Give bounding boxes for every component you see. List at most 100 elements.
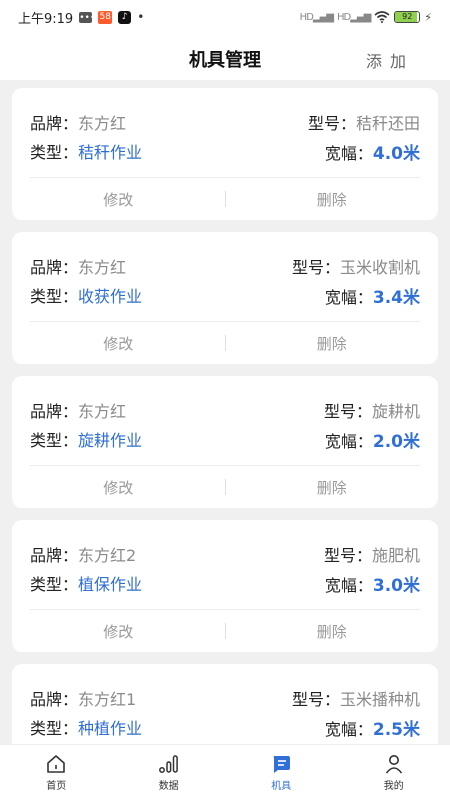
model-value: 施肥机 bbox=[371, 546, 420, 565]
type-value: 旋耕作业 bbox=[78, 431, 143, 450]
machine-icon bbox=[270, 753, 292, 775]
width-value: 2.5米 bbox=[372, 719, 420, 740]
machine-card: 品牌： 东方红 型号： 秸秆还田类型： 秸秆作业 宽幅： 4.0米修改 删除 bbox=[12, 88, 438, 220]
machine-card: 品牌：东方红1型号：玉米播种机类型：种植作业宽幅：2.5米修改删除 bbox=[12, 664, 438, 744]
width-field: 宽幅： 3.4米 bbox=[325, 283, 420, 308]
type-value: 植保作业 bbox=[78, 575, 143, 594]
tab-label: 我的 bbox=[383, 781, 404, 792]
machine-card: 品牌： 东方红 型号： 旋耕机类型： 旋耕作业 宽幅： 2.0米修改 删除 bbox=[12, 376, 438, 508]
type-field: 类型： 旋耕作业 bbox=[30, 427, 142, 451]
width-value: 4.0米 bbox=[372, 143, 420, 164]
delete-button[interactable]: 删除 bbox=[226, 621, 439, 642]
model-field: 型号： 玉米播种机 bbox=[292, 686, 420, 710]
brand-label: 品牌： bbox=[30, 402, 79, 421]
signal-2-icon: HD▂▄▆ bbox=[336, 11, 371, 23]
model-field: 型号： 玉米收割机 bbox=[292, 254, 420, 278]
type-field: 类型： 秸秆作业 bbox=[30, 139, 142, 163]
model-label: 型号： bbox=[291, 258, 340, 277]
type-value: 秸秆作业 bbox=[78, 143, 143, 162]
card-row-top: 品牌： 东方红 型号： 玉米收割机 bbox=[30, 254, 420, 278]
model-label: 型号： bbox=[307, 114, 356, 133]
type-label: 类型： bbox=[30, 431, 79, 450]
brand-value: 东方红1 bbox=[78, 690, 137, 709]
brand-field: 品牌： 东方红 bbox=[30, 398, 126, 422]
card-row-bottom: 类型： 旋耕作业 宽幅： 2.0米 bbox=[30, 427, 420, 452]
tab-person[interactable]: 我的 bbox=[338, 745, 450, 800]
model-field: 型号： 旋耕机 bbox=[324, 398, 420, 422]
card-actions: 修改 删除 bbox=[12, 466, 438, 508]
type-label: 类型： bbox=[30, 719, 79, 738]
card-row-top: 品牌： 东方红2 型号： 施肥机 bbox=[30, 542, 420, 566]
machine-card: 品牌： 东方红 型号： 玉米收割机类型： 收获作业 宽幅： 3.4米修改 删除 bbox=[12, 232, 438, 364]
model-value: 玉米收割机 bbox=[339, 258, 420, 277]
card-row-bottom: 类型： 植保作业 宽幅： 3.0米 bbox=[30, 571, 420, 596]
brand-field: 品牌： 东方红 bbox=[30, 110, 126, 134]
message-icon: ••• bbox=[79, 11, 96, 23]
brand-label: 品牌： bbox=[30, 258, 79, 277]
person-icon bbox=[383, 753, 405, 775]
card-row-top: 品牌： 东方红 型号： 秸秆还田 bbox=[30, 110, 420, 134]
machine-list[interactable]: 品牌： 东方红 型号： 秸秆还田 类型： 秸秆作业 宽幅： 4.0米 修改 删除 品牌： 东方红 型号：… bbox=[0, 80, 450, 744]
charging-icon: ⚡ bbox=[424, 10, 432, 24]
brand-field: 品牌： 东方红1 bbox=[30, 686, 136, 710]
width-label: 宽幅： bbox=[324, 575, 373, 595]
delete-button[interactable]: 删除 bbox=[226, 477, 439, 498]
brand-label: 品牌： bbox=[30, 690, 79, 709]
width-field: 宽幅： 3.0米 bbox=[325, 571, 420, 596]
type-label: 类型： bbox=[30, 287, 79, 306]
model-value: 玉米播种机 bbox=[339, 690, 420, 709]
tab-label: 机具 bbox=[271, 781, 292, 792]
width-label: 宽幅： bbox=[324, 719, 373, 739]
card-actions: 修改 删除 bbox=[12, 178, 438, 220]
battery-icon: 92 bbox=[394, 11, 421, 23]
edit-button[interactable]: 修改 bbox=[12, 477, 225, 498]
width-value: 3.0米 bbox=[372, 575, 420, 596]
edit-button[interactable]: 修改 bbox=[12, 189, 225, 210]
brand-value: 东方红 bbox=[78, 258, 127, 277]
delete-button[interactable]: 删除 bbox=[226, 333, 439, 354]
battery-level: 92 bbox=[402, 12, 413, 21]
width-field: 宽幅： 2.0米 bbox=[325, 427, 420, 452]
add-button[interactable]: 添加 bbox=[366, 48, 414, 72]
width-label: 宽幅： bbox=[324, 143, 373, 163]
card-row-top: 品牌： 东方红 型号： 旋耕机 bbox=[30, 398, 420, 422]
delete-button[interactable]: 删除 bbox=[226, 189, 439, 210]
tab-machine[interactable]: 机具 bbox=[225, 745, 338, 800]
status-bar: 上午9:19 ••• 58 ♪ • HD▂▄▆ HD▂▄▆ 92 ⚡ bbox=[0, 0, 450, 34]
tab-label: 首页 bbox=[46, 781, 67, 792]
card-row-bottom: 类型： 收获作业 宽幅： 3.4米 bbox=[30, 283, 420, 308]
type-value: 种植作业 bbox=[78, 719, 143, 738]
wifi-icon bbox=[374, 11, 390, 23]
card-actions: 修改 删除 bbox=[12, 610, 438, 652]
signal-icon: HD▂▄▆ bbox=[299, 11, 334, 23]
width-value: 3.4米 bbox=[372, 287, 420, 308]
brand-value: 东方红2 bbox=[78, 546, 137, 565]
brand-label: 品牌： bbox=[30, 546, 79, 565]
type-value: 收获作业 bbox=[78, 287, 143, 306]
type-field: 类型： 植保作业 bbox=[30, 571, 142, 595]
model-value: 秸秆还田 bbox=[355, 114, 420, 133]
status-bar-left: 上午9:19 ••• 58 ♪ • bbox=[18, 8, 144, 27]
tab-bar-chart[interactable]: 数据 bbox=[113, 745, 226, 800]
page-header: 机具管理 添加 bbox=[0, 34, 450, 80]
status-time: 上午9:19 bbox=[18, 11, 74, 27]
tiktok-icon: ♪ bbox=[118, 10, 132, 24]
tab-home[interactable]: 首页 bbox=[0, 745, 113, 800]
edit-button[interactable]: 修改 bbox=[12, 333, 225, 354]
type-field: 类型： 收获作业 bbox=[30, 283, 142, 307]
app-badge-icon: 58 bbox=[98, 10, 113, 24]
type-label: 类型： bbox=[30, 143, 79, 162]
type-field: 类型： 种植作业 bbox=[30, 715, 142, 739]
edit-button[interactable]: 修改 bbox=[12, 621, 225, 642]
card-row-top: 品牌： 东方红1 型号： 玉米播种机 bbox=[30, 686, 420, 710]
tab-label: 数据 bbox=[158, 781, 179, 792]
width-value: 2.0米 bbox=[372, 431, 420, 452]
status-bar-right: HD▂▄▆ HD▂▄▆ 92 ⚡ bbox=[300, 11, 432, 24]
brand-value: 东方红 bbox=[78, 402, 127, 421]
model-field: 型号： 秸秆还田 bbox=[308, 110, 420, 134]
brand-field: 品牌： 东方红2 bbox=[30, 542, 136, 566]
brand-field: 品牌： 东方红 bbox=[30, 254, 126, 278]
card-row-bottom: 类型： 秸秆作业 宽幅： 4.0米 bbox=[30, 139, 420, 164]
width-label: 宽幅： bbox=[324, 431, 373, 451]
card-row-bottom: 类型： 种植作业 宽幅： 2.5米 bbox=[30, 715, 420, 740]
